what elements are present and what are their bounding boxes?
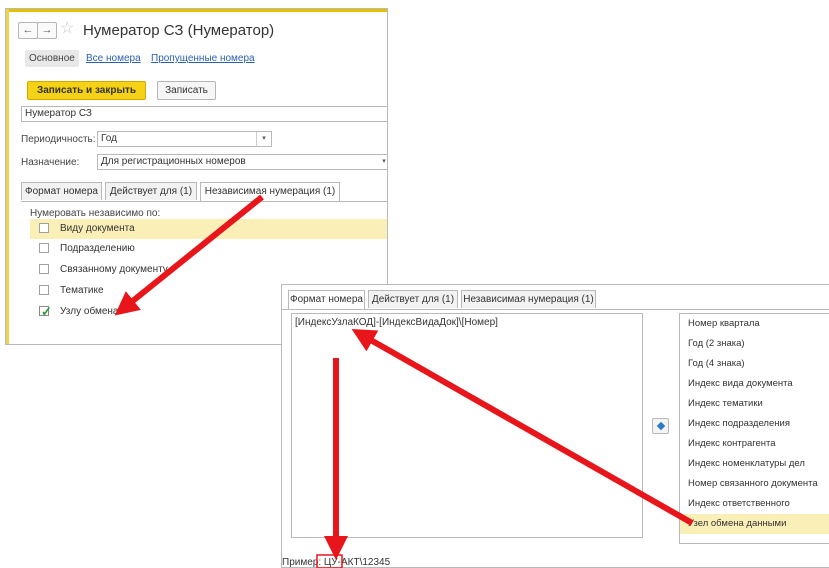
format-template-text: [ИндексУзлаКОД]-[ИндексВидаДок]\[Номер] [295,317,498,328]
list-item[interactable]: Индекс контрагента [680,434,829,454]
checkbox[interactable] [39,243,49,253]
list-item[interactable]: Номер квартала [680,314,829,334]
tab-applies-for[interactable]: Действует для (1) [105,182,197,200]
list-item[interactable]: Год (4 знака) [680,354,829,374]
list-item[interactable]: Индекс ответственного [680,494,829,514]
periodicity-select[interactable]: Год ▾ [97,131,272,147]
insert-arrow-icon [656,421,666,431]
save-button[interactable]: Записать [157,81,216,100]
window-side-accent [6,9,9,344]
tab-number-format[interactable]: Формат номера [21,182,102,200]
list-item[interactable]: Индекс номенклатуры дел [680,454,829,474]
purpose-label: Назначение: [21,157,80,168]
checkbox[interactable] [39,285,49,295]
page-title: Нумератор СЗ (Нумератор) [83,22,275,39]
back-button[interactable]: ← [18,22,38,39]
chevron-down-icon[interactable]: ▾ [377,155,387,169]
insert-field-button[interactable] [652,418,669,434]
list-item[interactable]: Виду документа [30,219,387,239]
list-item[interactable]: Индекс тематики [680,394,829,414]
number-format-window: Формат номера Действует для (1) Независи… [281,284,829,568]
periodicity-label: Периодичность: [21,134,96,145]
list-item[interactable]: Год (2 знака) [680,334,829,354]
number-format-editor[interactable]: [ИндексУзлаКОД]-[ИндексВидаДок]\[Номер] [291,313,643,538]
purpose-select[interactable]: Для регистрационных номеров ▾ [97,154,387,170]
forward-arrow-icon: → [41,24,53,36]
tab-divider [21,201,387,202]
tab-divider [282,309,829,310]
tab-independent-numbering[interactable]: Независимая нумерация (1) [461,290,596,308]
favorite-star-icon[interactable]: ☆ [60,20,74,38]
list-item[interactable]: Индекс вида документа [680,374,829,394]
list-item[interactable]: Подразделению [30,239,387,259]
back-arrow-icon: ← [22,24,34,36]
name-field[interactable]: Нумератор СЗ [21,106,387,122]
list-item-selected[interactable]: Узел обмена данными [680,514,829,534]
tab-main[interactable]: Основное [25,50,79,67]
checkbox-checked[interactable]: ✓ [39,304,52,319]
tab-applies-for[interactable]: Действует для (1) [368,290,458,308]
chevron-down-icon[interactable]: ▾ [256,132,271,146]
independent-label: Нумеровать независимо по: [30,208,161,219]
tab-all-numbers[interactable]: Все номера [86,53,141,64]
purpose-value: Для регистрационных номеров [101,156,246,167]
fields-list: Номер квартала Год (2 знака) Год (4 знак… [679,313,829,544]
example-label: Пример: [282,557,322,568]
example-line: Пример: ЦУ-АКТ\12345 [282,557,391,568]
checkmark-icon: ✓ [41,304,52,319]
tab-skipped-numbers[interactable]: Пропущенные номера [151,53,255,64]
checkbox[interactable] [39,264,49,274]
periodicity-value: Год [101,133,117,144]
list-item[interactable]: Индекс подразделения [680,414,829,434]
tab-number-format[interactable]: Формат номера [288,290,365,309]
window-accent-bar [6,9,387,12]
save-and-close-button[interactable]: Записать и закрыть [27,81,146,100]
example-value: ЦУ-АКТ\12345 [323,557,391,568]
tab-independent-numbering[interactable]: Независимая нумерация (1) [200,182,340,201]
checkbox[interactable] [39,223,49,233]
list-item[interactable]: Связанному документу [30,260,387,280]
forward-button[interactable]: → [37,22,57,39]
list-item[interactable]: Номер связанного документа [680,474,829,494]
